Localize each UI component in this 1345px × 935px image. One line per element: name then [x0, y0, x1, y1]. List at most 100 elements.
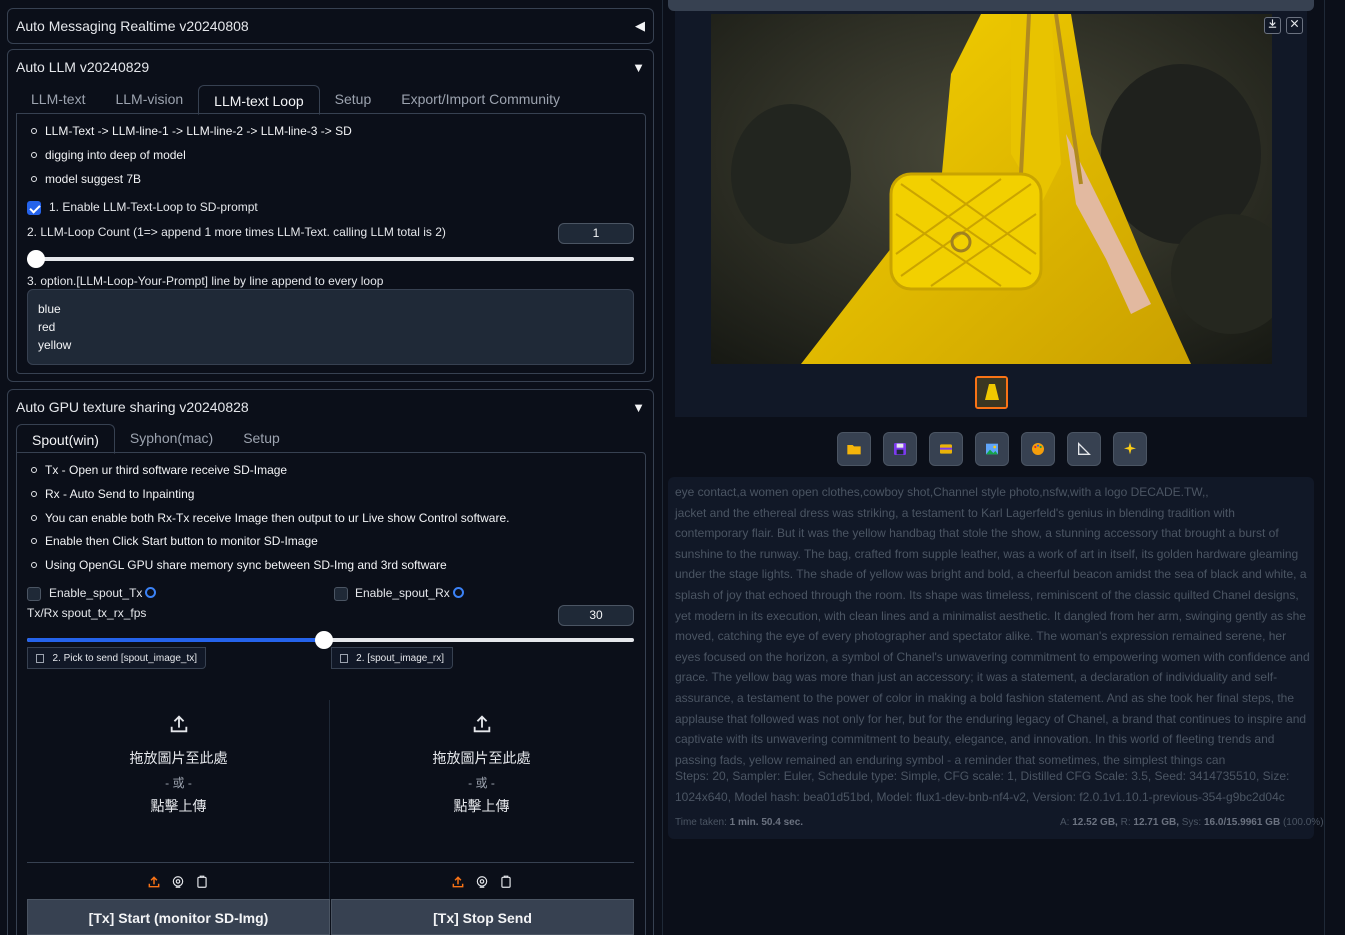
- tab-llm-text[interactable]: LLM-text: [16, 84, 100, 114]
- drop-text: 拖放圖片至此處: [129, 750, 228, 766]
- tx-start-button[interactable]: [Tx] Start (monitor SD-Img): [27, 899, 330, 935]
- generated-image[interactable]: [711, 14, 1272, 364]
- enable-llm-loop-checkbox[interactable]: [27, 201, 41, 215]
- tx-stop-button[interactable]: [Tx] Stop Send: [331, 899, 634, 935]
- loop-count-slider[interactable]: [27, 250, 634, 268]
- tab-export-import-community[interactable]: Export/Import Community: [386, 84, 575, 114]
- time-taken-label: Time taken:: [675, 817, 727, 828]
- sparkle-icon[interactable]: [1113, 432, 1147, 466]
- tx-image-label: 2. Pick to send [spout_image_tx]: [27, 647, 206, 669]
- list-item: Rx - Auto Send to Inpainting: [30, 487, 195, 501]
- enable-llm-loop-label: 1. Enable LLM-Text-Loop to SD-prompt: [49, 200, 258, 214]
- divider: [27, 862, 634, 863]
- tab-spout-win[interactable]: Spout(win): [16, 424, 115, 454]
- column-divider: [662, 0, 663, 935]
- close-icon[interactable]: [1286, 17, 1303, 34]
- fps-input[interactable]: 30: [558, 605, 634, 626]
- enable-spout-tx-label: Enable_spout_Tx: [49, 586, 157, 600]
- collapse-toggle-icon[interactable]: ◀: [635, 18, 645, 34]
- drop-or-text: - 或 -: [468, 776, 495, 790]
- upload-icon[interactable]: [451, 875, 465, 889]
- textarea-line: yellow: [38, 338, 72, 352]
- enable-spout-rx-checkbox[interactable]: [334, 587, 348, 601]
- enable-spout-rx-text: Enable_spout_Rx: [355, 586, 450, 600]
- mem-sys-label: Sys:: [1181, 817, 1202, 828]
- accordion-title: Auto GPU texture sharing v20240828: [16, 399, 249, 415]
- enable-spout-tx-text: Enable_spout_Tx: [49, 586, 143, 600]
- accordion-title: Auto LLM v20240829: [16, 59, 150, 75]
- clipboard-icon[interactable]: [499, 875, 513, 889]
- enable-spout-tx-checkbox[interactable]: [27, 587, 41, 601]
- loop-prompt-label: 3. option.[LLM-Loop-Your-Prompt] line by…: [27, 274, 384, 288]
- gallery-header: [668, 0, 1314, 11]
- tx-image-dropzone[interactable]: 拖放圖片至此處 - 或 - 點擊上傳: [28, 713, 329, 816]
- column-divider: [1324, 0, 1325, 935]
- tab-llm-vision[interactable]: LLM-vision: [100, 84, 198, 114]
- image-icon: [340, 653, 349, 663]
- prompt-body: jacket and the ethereal dress was striki…: [675, 505, 1310, 767]
- ruler-icon[interactable]: [1067, 432, 1101, 466]
- tx-image-label-text: 2. Pick to send [spout_image_tx]: [52, 652, 197, 664]
- mem-pct: (100.0%): [1282, 817, 1324, 828]
- accordion-header[interactable]: Auto LLM v20240829 ▼: [8, 50, 653, 84]
- tab-setup[interactable]: Setup: [228, 423, 295, 453]
- generation-params: Steps: 20, Sampler: Euler, Schedule type…: [675, 769, 1290, 804]
- tab-llm-text-loop[interactable]: LLM-text Loop: [198, 85, 320, 115]
- generation-prompt: eye contact,a women open clothes,cowboy …: [675, 482, 1310, 770]
- gallery-toolbar: [837, 432, 1147, 466]
- loop-count-label: 2. LLM-Loop Count (1=> append 1 more tim…: [27, 225, 446, 239]
- download-icon[interactable]: [1264, 17, 1281, 34]
- accordion-header[interactable]: Auto GPU texture sharing v20240828 ▼: [8, 390, 653, 424]
- upload-icon[interactable]: [147, 875, 161, 889]
- prompt-head: eye contact,a women open clothes,cowboy …: [675, 485, 1209, 499]
- list-item: Tx - Open ur third software receive SD-I…: [30, 463, 288, 477]
- rx-image-dropzone[interactable]: 拖放圖片至此處 - 或 - 點擊上傳: [331, 713, 632, 816]
- accordion-auto-messaging[interactable]: Auto Messaging Realtime v20240808 ◀: [7, 8, 654, 44]
- accordion-header[interactable]: Auto Messaging Realtime v20240808 ◀: [8, 9, 653, 43]
- zip-icon[interactable]: [929, 432, 963, 466]
- generated-image-picture: [711, 14, 1272, 364]
- webcam-icon[interactable]: [475, 875, 489, 889]
- upload-icon: [170, 715, 187, 733]
- list-item: You can enable both Rx-Tx receive Image …: [30, 511, 510, 525]
- click-upload-text: 點擊上傳: [150, 798, 207, 814]
- fps-slider[interactable]: [27, 631, 634, 649]
- textarea-line: blue: [38, 302, 61, 316]
- divider: [329, 700, 330, 900]
- tab-setup[interactable]: Setup: [320, 84, 387, 114]
- rx-image-label: 2. [spout_image_rx]: [331, 647, 453, 669]
- clipboard-icon[interactable]: [195, 875, 209, 889]
- collapse-toggle-icon[interactable]: ▼: [632, 400, 645, 415]
- gallery-thumbnail[interactable]: [975, 376, 1008, 409]
- textarea-line: red: [38, 320, 56, 334]
- tab-syphon-mac[interactable]: Syphon(mac): [115, 423, 228, 453]
- image-icon[interactable]: [975, 432, 1009, 466]
- webcam-icon[interactable]: [171, 875, 185, 889]
- loading-icon: [452, 587, 464, 598]
- slider-thumb[interactable]: [27, 250, 45, 268]
- left-column: Auto Messaging Realtime v20240808 ◀ Auto…: [0, 0, 662, 935]
- collapse-toggle-icon[interactable]: ▼: [632, 60, 645, 75]
- memory-usage: A: 12.52 GB, R: 12.71 GB, Sys: 16.0/15.9…: [1060, 817, 1324, 828]
- list-item: digging into deep of model: [31, 148, 186, 162]
- slider-fill: [27, 638, 324, 642]
- loading-icon: [145, 587, 157, 598]
- loop-prompt-textarea[interactable]: blue red yellow: [27, 289, 634, 365]
- thumbnail-picture: [977, 378, 1006, 407]
- rx-image-label-text: 2. [spout_image_rx]: [356, 652, 444, 664]
- save-icon[interactable]: [883, 432, 917, 466]
- fps-label: Tx/Rx spout_tx_rx_fps: [27, 606, 147, 620]
- list-item: model suggest 7B: [30, 172, 142, 186]
- list-item: Enable then Click Start button to monito…: [31, 534, 318, 548]
- list-item: Using OpenGL GPU share memory sync betwe…: [31, 558, 447, 572]
- tx-image-tools: [147, 875, 209, 889]
- folder-icon[interactable]: [837, 432, 871, 466]
- rx-image-tools: [451, 875, 513, 889]
- palette-icon[interactable]: [1021, 432, 1055, 466]
- time-taken: Time taken: 1 min. 50.4 sec.: [675, 817, 803, 828]
- mem-r-label: R:: [1120, 817, 1131, 828]
- drop-text: 拖放圖片至此處: [432, 750, 531, 766]
- loop-count-input[interactable]: 1: [558, 223, 634, 244]
- mem-sys-value: 16.0/15.9961 GB: [1204, 817, 1281, 828]
- accordion-title: Auto Messaging Realtime v20240808: [16, 18, 249, 34]
